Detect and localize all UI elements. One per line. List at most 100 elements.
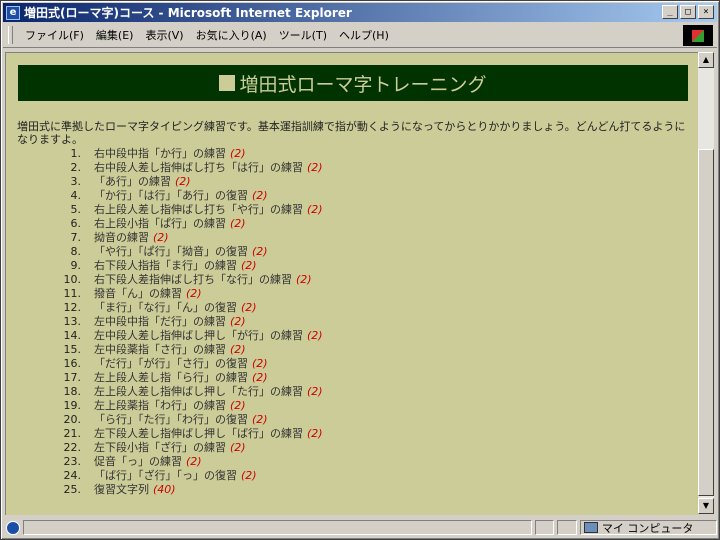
lesson-link[interactable]: 左下段人差し指伸ばし押し「ば行」の練習 bbox=[94, 427, 303, 440]
lesson-count: (2) bbox=[307, 203, 323, 216]
lesson-link[interactable]: 「か行」「は行」「あ行」の復習 bbox=[94, 189, 248, 202]
toolbar-grip[interactable] bbox=[8, 26, 13, 44]
page-title: 増田式ローマ字トレーニング bbox=[239, 73, 487, 96]
scroll-thumb[interactable] bbox=[698, 149, 714, 496]
lesson-item: 16. 「だ行」「が行」「さ行」の復習 (2) bbox=[61, 357, 323, 371]
menu-edit[interactable]: 編集(E) bbox=[90, 27, 140, 43]
menu-favorites[interactable]: お気に入り(A) bbox=[190, 27, 273, 43]
lesson-number: 9. bbox=[70, 259, 82, 272]
lesson-link[interactable]: 左上段人差し指「ら行」の練習 bbox=[94, 371, 248, 384]
title-bar[interactable]: e 増田式(ローマ字)コース - Microsoft Internet Expl… bbox=[3, 3, 717, 22]
intro-text: 増田式に準拠したローマ字タイピング練習です。基本運指訓練で指が動くようになってか… bbox=[17, 120, 686, 146]
lesson-count: (2) bbox=[175, 175, 191, 188]
lesson-count: (2) bbox=[307, 329, 323, 342]
lesson-link[interactable]: 左下段小指「ざ行」の練習 bbox=[94, 441, 226, 454]
lesson-item: 4. 「か行」「は行」「あ行」の復習 (2) bbox=[61, 189, 323, 203]
lesson-item: 21. 左下段人差し指伸ばし押し「ば行」の練習 (2) bbox=[61, 427, 323, 441]
lesson-item: 19. 左上段薬指「わ行」の練習 (2) bbox=[61, 399, 323, 413]
lesson-number: 11. bbox=[63, 287, 82, 300]
my-computer-icon bbox=[583, 522, 598, 533]
lesson-count: (2) bbox=[252, 371, 268, 384]
ie-app-icon: e bbox=[6, 5, 20, 20]
page-banner: 増田式ローマ字トレーニング bbox=[18, 65, 688, 101]
lesson-number: 15. bbox=[63, 343, 82, 356]
lesson-item: 11. 撥音「ん」の練習 (2) bbox=[61, 287, 323, 301]
lesson-count: (2) bbox=[230, 399, 246, 412]
lesson-item: 9. 右下段人指指「ま行」の練習 (2) bbox=[61, 259, 323, 273]
lesson-link[interactable]: 撥音「ん」の練習 bbox=[94, 287, 182, 300]
page-content: 増田式ローマ字トレーニング 増田式に準拠したローマ字タイピング練習です。基本運指… bbox=[5, 52, 698, 515]
lesson-number: 25. bbox=[63, 483, 82, 496]
lesson-item: 15. 左中段薬指「さ行」の練習 (2) bbox=[61, 343, 323, 357]
lesson-link[interactable]: 右上段人差し指伸ばし打ち「や行」の練習 bbox=[94, 203, 303, 216]
lesson-count: (2) bbox=[241, 469, 257, 482]
lesson-link[interactable]: 「だ行」「が行」「さ行」の復習 bbox=[94, 357, 248, 370]
lesson-item: 6. 右上段小指「ぱ行」の練習 (2) bbox=[61, 217, 323, 231]
lesson-number: 1. bbox=[70, 147, 82, 160]
lesson-link[interactable]: 促音「っ」の練習 bbox=[94, 455, 182, 468]
lesson-link[interactable]: 右下段人指指「ま行」の練習 bbox=[94, 259, 237, 272]
lesson-count: (2) bbox=[230, 441, 246, 454]
menu-bar: ファイル(F) 編集(E) 表示(V) お気に入り(A) ツール(T) ヘルプ(… bbox=[3, 23, 717, 48]
lesson-item: 8. 「や行」「ぱ行」「拗音」の復習 (2) bbox=[61, 245, 323, 259]
lesson-count: (2) bbox=[252, 357, 268, 370]
lesson-link[interactable]: 「ら行」「た行」「わ行」の復習 bbox=[94, 413, 248, 426]
lesson-link[interactable]: 右上段小指「ぱ行」の練習 bbox=[94, 217, 226, 230]
lesson-count: (2) bbox=[230, 315, 246, 328]
lesson-item: 3. 「あ行」の練習 (2) bbox=[61, 175, 323, 189]
lesson-count: (2) bbox=[252, 189, 268, 202]
status-pane-2 bbox=[557, 520, 577, 535]
lesson-number: 20. bbox=[63, 413, 82, 426]
lesson-list: 1. 右中段中指「か行」の練習 (2) 2. 右中段人差し指伸ばし打ち「は行」の練習 (2… bbox=[61, 147, 323, 497]
lesson-number: 3. bbox=[70, 175, 82, 188]
window-title: 増田式(ローマ字)コース - Microsoft Internet Explor… bbox=[24, 6, 352, 20]
close-button[interactable]: × bbox=[698, 5, 714, 19]
menu-file[interactable]: ファイル(F) bbox=[19, 27, 90, 43]
lesson-link[interactable]: 右下段人差指伸ばし打ち「な行」の練習 bbox=[94, 273, 292, 286]
lesson-number: 5. bbox=[70, 203, 82, 216]
minimize-button[interactable]: _ bbox=[662, 5, 678, 19]
lesson-item: 1. 右中段中指「か行」の練習 (2) bbox=[61, 147, 323, 161]
lesson-number: 18. bbox=[63, 385, 82, 398]
lesson-link[interactable]: 「や行」「ぱ行」「拗音」の復習 bbox=[94, 245, 248, 258]
lesson-item: 22. 左下段小指「ざ行」の練習 (2) bbox=[61, 441, 323, 455]
menu-help[interactable]: ヘルプ(H) bbox=[333, 27, 395, 43]
maximize-button[interactable]: □ bbox=[680, 5, 696, 19]
scroll-down-button[interactable]: ▼ bbox=[698, 498, 714, 514]
lesson-link[interactable]: 左上段薬指「わ行」の練習 bbox=[94, 399, 226, 412]
lesson-item: 12. 「ま行」「な行」「ん」の復習 (2) bbox=[61, 301, 323, 315]
windows-logo-icon bbox=[683, 25, 713, 46]
lesson-link[interactable]: 左上段人差し指伸ばし押し「た行」の練習 bbox=[94, 385, 303, 398]
lesson-link[interactable]: 左中段中指「だ行」の練習 bbox=[94, 315, 226, 328]
lesson-number: 7. bbox=[70, 231, 82, 244]
vertical-scrollbar[interactable]: ▲ ▼ bbox=[698, 52, 714, 514]
lesson-link[interactable]: 右中段人差し指伸ばし打ち「は行」の練習 bbox=[94, 161, 303, 174]
lesson-link[interactable]: 左中段薬指「さ行」の練習 bbox=[94, 343, 226, 356]
status-bar: マイ コンピュータ bbox=[3, 518, 717, 537]
lesson-item: 25. 復習文字列 (40) bbox=[61, 483, 323, 497]
lesson-count: (2) bbox=[307, 427, 323, 440]
lesson-item: 7. 拗音の練習 (2) bbox=[61, 231, 323, 245]
lesson-number: 23. bbox=[63, 455, 82, 468]
lesson-link[interactable]: 左中段人差し指伸ばし押し「が行」の練習 bbox=[94, 329, 303, 342]
lesson-link[interactable]: 右中段中指「か行」の練習 bbox=[94, 147, 226, 160]
lesson-item: 14. 左中段人差し指伸ばし押し「が行」の練習 (2) bbox=[61, 329, 323, 343]
lesson-link[interactable]: 復習文字列 bbox=[94, 483, 149, 496]
menu-tools[interactable]: ツール(T) bbox=[273, 27, 333, 43]
lesson-count: (2) bbox=[153, 231, 169, 244]
lesson-number: 17. bbox=[63, 371, 82, 384]
lesson-number: 10. bbox=[63, 273, 82, 286]
menu-view[interactable]: 表示(V) bbox=[139, 27, 189, 43]
lesson-link[interactable]: 「あ行」の練習 bbox=[94, 175, 171, 188]
lesson-count: (2) bbox=[241, 259, 257, 272]
lesson-link[interactable]: 拗音の練習 bbox=[94, 231, 149, 244]
lesson-count: (2) bbox=[186, 455, 202, 468]
square-bullet-icon bbox=[219, 75, 236, 91]
lesson-link[interactable]: 「ま行」「な行」「ん」の復習 bbox=[94, 301, 237, 314]
lesson-number: 21. bbox=[63, 427, 82, 440]
lesson-link[interactable]: 「ば行」「ざ行」「っ」の復習 bbox=[94, 469, 237, 482]
scroll-up-button[interactable]: ▲ bbox=[698, 52, 714, 68]
lesson-number: 22. bbox=[63, 441, 82, 454]
security-zone: マイ コンピュータ bbox=[579, 520, 717, 535]
lesson-count: (2) bbox=[307, 385, 323, 398]
